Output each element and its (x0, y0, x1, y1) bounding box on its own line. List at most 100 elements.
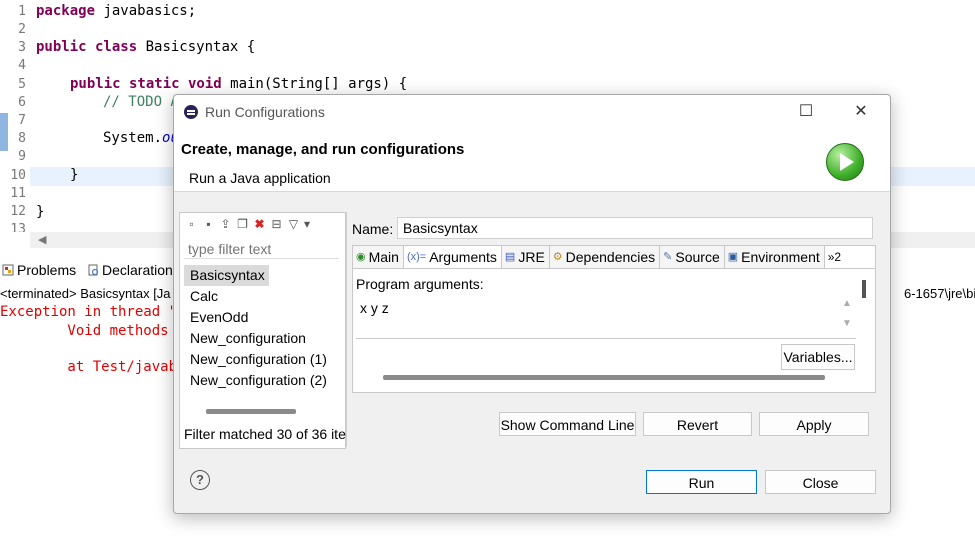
revert-button[interactable]: Revert (643, 412, 752, 436)
export-icon[interactable]: ⇪ (219, 217, 232, 231)
code-text: javabasics; (95, 3, 197, 19)
close-window-button[interactable]: ✕ (850, 101, 872, 123)
tab-label: Problems (17, 262, 77, 278)
code-line: package javabasics; (36, 3, 196, 19)
tab-jre[interactable]: ▤ JRE (501, 246, 550, 268)
jre-tab-icon: ▤ (504, 251, 516, 263)
name-label: Name: (352, 221, 394, 237)
line-number: 1 (18, 4, 26, 19)
line-number: 12 (10, 204, 26, 219)
code-line: public class Basicsyntax { (36, 39, 255, 55)
help-icon[interactable]: ? (190, 470, 210, 490)
delete-icon[interactable]: ✖ (253, 217, 266, 231)
more-tabs-button[interactable]: »2 (824, 246, 846, 268)
dependencies-tab-icon: ⚙ (552, 251, 563, 263)
maximize-button[interactable]: ☐ (795, 101, 817, 123)
main-tab-icon: ◉ (356, 251, 366, 263)
problems-icon (2, 264, 14, 276)
arguments-tab-icon: (x)= (406, 251, 427, 263)
run-button[interactable]: Run (646, 470, 757, 494)
environment-tab-icon: ▣ (727, 251, 739, 263)
list-item[interactable]: New_configuration (184, 328, 344, 349)
tab-arguments[interactable]: (x)= Arguments (403, 246, 502, 268)
line-number: 5 (18, 77, 26, 92)
tab-label: JRE (518, 249, 545, 265)
code-line: public static void main(String[] args) { (70, 76, 407, 92)
console-output-line: at Test/javab (0, 359, 178, 375)
dialog-header: Create, manage, and run configurations R… (174, 129, 890, 192)
line-number: 2 (18, 22, 26, 37)
program-arguments-input[interactable]: x y z ▲ ▼ (356, 296, 856, 339)
list-horizontal-scrollbar[interactable] (206, 409, 296, 414)
tab-label: Declaration (102, 262, 173, 278)
list-item[interactable]: New_configuration (2) (184, 370, 344, 391)
tab-main[interactable]: ◉ Main (353, 246, 404, 268)
keyword: public static void (70, 76, 222, 92)
scroll-up-icon[interactable]: ▲ (842, 298, 852, 309)
declaration-icon (88, 264, 99, 276)
eclipse-icon (184, 105, 198, 119)
tab-declaration[interactable]: Declaration (87, 262, 173, 278)
code-line: } (36, 204, 45, 220)
console-output-line: Exception in thread " (0, 304, 178, 320)
variables-button[interactable]: Variables... (781, 344, 855, 370)
line-number: 4 (18, 58, 26, 73)
tab-source[interactable]: ✎ Source (660, 246, 725, 268)
list-item[interactable]: Calc (184, 286, 344, 307)
new-prototype-icon[interactable]: ▪ (202, 217, 215, 231)
header-subtitle: Run a Java application (189, 170, 331, 186)
program-arguments-label: Program arguments: (356, 276, 484, 292)
tab-horizontal-scrollbar[interactable] (383, 375, 825, 380)
scroll-left-icon[interactable]: ◀ (38, 233, 46, 246)
name-field[interactable] (397, 217, 873, 239)
tab-label: Main (368, 249, 399, 265)
scroll-down-icon[interactable]: ▼ (842, 318, 852, 329)
line-number: 8 (18, 131, 26, 146)
keyword: package (36, 3, 96, 19)
filter-icon[interactable]: ▽ (287, 217, 300, 231)
filter-input[interactable] (184, 239, 339, 259)
list-item[interactable]: Basicsyntax (184, 265, 269, 286)
dialog-title: Run Configurations (205, 104, 325, 120)
tab-label: Source (675, 249, 720, 265)
tab-dependencies[interactable]: ⚙ Dependencies (549, 246, 661, 268)
line-number: 7 (18, 113, 26, 128)
tab-vertical-scrollbar[interactable] (862, 280, 866, 298)
line-number: 6 (18, 95, 26, 110)
config-tabs-container: ◉ Main (x)= Arguments ▤ JRE ⚙ Dependenci… (352, 245, 876, 393)
console-output-line: Void methods (0, 323, 169, 339)
list-item[interactable]: New_configuration (1) (184, 349, 344, 370)
tab-environment[interactable]: ▣ Environment (724, 246, 825, 268)
program-arguments-value: x y z (360, 300, 389, 316)
list-item[interactable]: EvenOdd (184, 307, 344, 328)
config-tab-strip: ◉ Main (x)= Arguments ▤ JRE ⚙ Dependenci… (353, 246, 875, 269)
collapse-all-icon[interactable]: ⊟ (270, 217, 283, 231)
line-number: 3 (18, 40, 26, 55)
line-number: 13 (10, 222, 26, 232)
run-logo-icon (826, 143, 864, 181)
config-toolbar: ▫ ▪ ⇪ ❐ ✖ ⊟ ▽ ▾ (180, 213, 350, 235)
run-configurations-dialog: Run Configurations ☐ ✕ Create, manage, a… (173, 94, 891, 514)
pane-divider[interactable] (346, 212, 347, 447)
tab-problems[interactable]: Problems (2, 262, 76, 278)
source-tab-icon: ✎ (663, 251, 673, 263)
keyword: public class (36, 39, 138, 55)
code-comment: // TODO A (103, 94, 179, 110)
configuration-list-pane: ▫ ▪ ⇪ ❐ ✖ ⊟ ▽ ▾ Basicsyntax Calc EvenOdd… (179, 212, 346, 449)
terminated-label: <terminated> Basicsyntax [Ja (0, 286, 171, 301)
tab-label: Arguments (429, 249, 497, 265)
new-config-icon[interactable]: ▫ (185, 217, 198, 231)
apply-button[interactable]: Apply (759, 412, 869, 436)
show-command-line-button[interactable]: Show Command Line (499, 412, 636, 436)
jre-path: 6-1657\jre\bir (904, 286, 975, 301)
filter-status: Filter matched 30 of 36 ite (184, 426, 346, 442)
header-title: Create, manage, and run configurations (181, 141, 465, 158)
code-text: Basicsyntax { (137, 39, 256, 55)
dialog-titlebar[interactable]: Run Configurations ☐ ✕ (174, 95, 890, 129)
line-number: 10 (10, 168, 26, 183)
chevron-down-icon[interactable]: ▾ (304, 217, 310, 231)
code-line: } (70, 167, 79, 183)
tab-label: Environment (741, 249, 820, 265)
duplicate-icon[interactable]: ❐ (236, 217, 249, 231)
close-button[interactable]: Close (765, 470, 876, 494)
